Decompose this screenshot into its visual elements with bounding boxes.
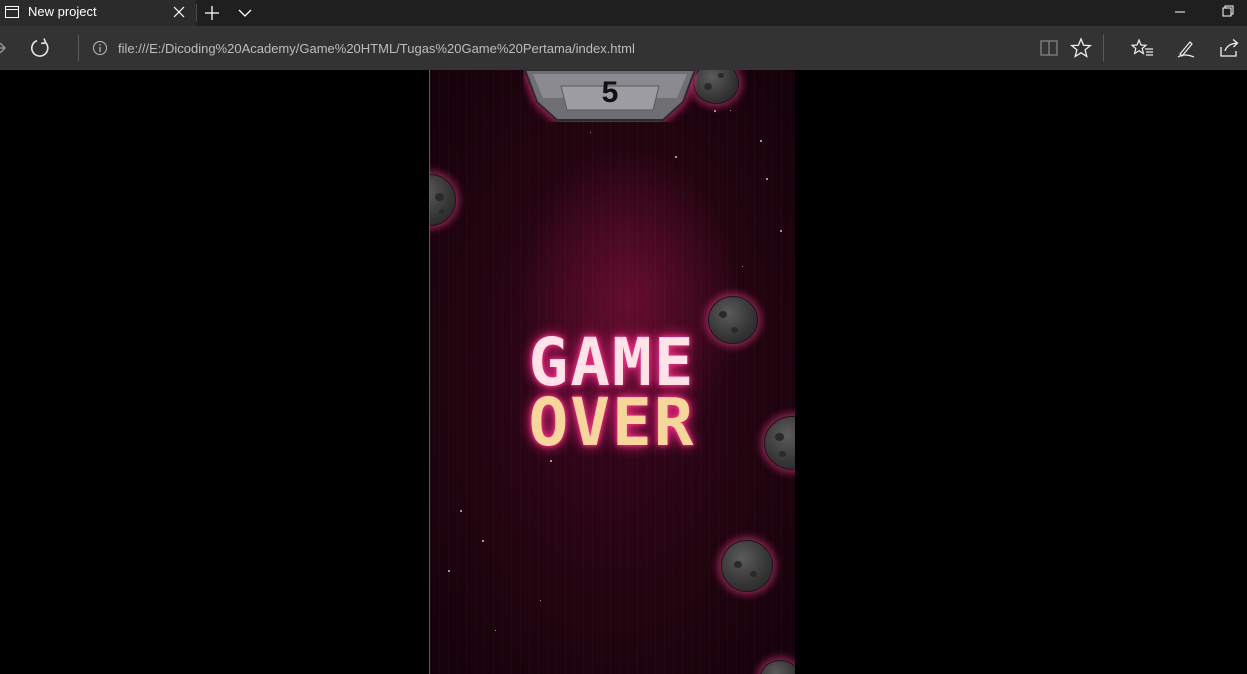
address-bar[interactable]: file:///E:/Dicoding%20Academy/Game%20HTM… xyxy=(118,40,635,58)
browser-tab[interactable]: New project xyxy=(0,0,196,26)
star-dot xyxy=(540,600,541,601)
star-dot xyxy=(766,178,768,180)
chevron-down-icon[interactable] xyxy=(234,2,256,24)
navigation-bar: file:///E:/Dicoding%20Academy/Game%20HTM… xyxy=(0,26,1247,70)
star-dot xyxy=(760,140,762,142)
page-viewport: 5 GAME OVER xyxy=(0,70,1247,674)
book-icon[interactable] xyxy=(1038,37,1060,59)
tab-divider xyxy=(196,4,197,22)
minimize-icon[interactable] xyxy=(1168,2,1192,22)
forward-icon[interactable] xyxy=(0,38,8,58)
close-icon[interactable] xyxy=(170,3,188,21)
star-dot xyxy=(495,630,496,631)
score-value: 5 xyxy=(601,76,619,109)
window-icon xyxy=(4,4,20,20)
restore-icon[interactable] xyxy=(1215,2,1239,22)
info-icon[interactable] xyxy=(92,40,108,56)
refresh-icon[interactable] xyxy=(28,36,52,60)
star-dot xyxy=(460,510,462,512)
game-over-line-2: OVER xyxy=(528,384,696,461)
star-dot xyxy=(780,230,782,232)
tab-title: New project xyxy=(28,4,97,19)
star-dot xyxy=(590,132,591,133)
favorites-list-icon[interactable] xyxy=(1130,37,1155,59)
game-canvas[interactable]: 5 GAME OVER xyxy=(429,70,795,674)
nav-divider-right xyxy=(1103,35,1104,61)
star-dot xyxy=(675,156,677,158)
star-dot xyxy=(482,540,484,542)
nav-divider xyxy=(78,35,79,61)
share-icon[interactable] xyxy=(1217,37,1241,59)
plus-icon[interactable] xyxy=(201,2,223,24)
pen-icon[interactable] xyxy=(1175,37,1197,59)
star-dot xyxy=(448,570,450,572)
star-dot xyxy=(714,110,716,112)
score-panel: 5 xyxy=(523,70,697,122)
star-dot xyxy=(730,110,731,111)
game-over-title: GAME OVER xyxy=(476,330,748,461)
star-dot xyxy=(742,266,743,267)
asteroid xyxy=(721,540,773,592)
tab-strip: New project xyxy=(0,0,1247,26)
star-icon[interactable] xyxy=(1069,37,1093,59)
